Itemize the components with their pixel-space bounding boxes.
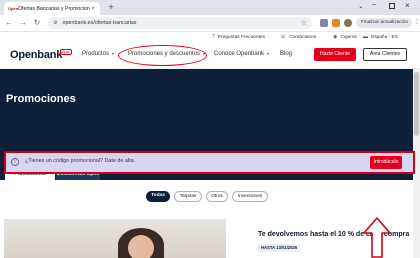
utility-bar: ? Preguntas Frecuentes ☏ Contáctanos ◉ Caje… (0, 32, 420, 43)
url-text[interactable]: openbank.es/ofertas-bancarias (62, 20, 300, 26)
menu-icon[interactable]: ⋮ (414, 18, 420, 25)
promo-card-date-badge: HASTA 13/01/2026 (258, 244, 301, 252)
location-icon: ◉ (333, 34, 338, 40)
openbank-logo[interactable]: Openbank (10, 49, 62, 61)
question-icon: ? (212, 34, 215, 40)
back-icon[interactable]: ← (4, 17, 14, 29)
nav-blog[interactable]: Blog (280, 51, 292, 57)
address-bar[interactable]: ⚙ openbank.es/ofertas-bancarias ☆ (48, 17, 312, 29)
info-icon: i (11, 158, 19, 166)
new-tab-button[interactable]: + (106, 2, 116, 13)
phone-icon: ☏ (280, 34, 287, 40)
annotation-ellipse (118, 45, 207, 66)
maximize-icon[interactable] (389, 3, 395, 9)
browser-tab[interactable]: Open Ofertas Bancarias y Promociones × (4, 2, 100, 15)
page-title: Promociones (6, 93, 76, 105)
web-page: ? Preguntas Frecuentes ☏ Contáctanos ◉ Caje… (0, 32, 420, 258)
annotation-arrow-icon (363, 217, 391, 258)
star-icon[interactable]: ☆ (301, 19, 307, 27)
scrollbar-thumb[interactable] (414, 72, 419, 136)
filter-tarjetas[interactable]: Tarjetas (174, 191, 202, 202)
profile-icon[interactable] (344, 19, 352, 27)
filter-todas[interactable]: Todas (146, 191, 170, 202)
window-close-icon[interactable]: × (405, 1, 410, 10)
tab-title: Ofertas Bancarias y Promociones (18, 5, 90, 12)
person-face (128, 235, 154, 258)
faq-link[interactable]: ? Preguntas Frecuentes (212, 34, 265, 40)
promo-card-image[interactable] (4, 219, 226, 258)
main-navigation: Openbank Open Productos ▾ Promociones y d… (0, 43, 420, 69)
site-info-icon[interactable]: ⚙ (53, 20, 57, 26)
reload-icon[interactable]: ↻ (32, 17, 42, 29)
language-selector[interactable]: ▬ España - ES (363, 34, 398, 40)
update-button[interactable]: Finalizar actualización (356, 18, 412, 28)
nav-productos[interactable]: Productos ▾ (82, 51, 114, 57)
promo-code-banner: i ¿Tienes un código promocional? Date de… (4, 151, 415, 174)
chevron-down-icon: ▾ (112, 51, 115, 56)
close-tab-icon[interactable]: × (90, 6, 96, 12)
filter-inversiones[interactable]: Inversiones (232, 191, 268, 202)
extension-icon[interactable] (320, 19, 328, 27)
hazte-cliente-button[interactable]: Hazte Cliente (314, 48, 356, 61)
browser-tab-bar: Open Ofertas Bancarias y Promociones × +… (0, 0, 420, 15)
tab-search-icon[interactable]: ⌄ (358, 2, 364, 10)
forward-icon[interactable]: → (18, 17, 28, 29)
introducelo-button[interactable]: Introdúcelo (370, 156, 402, 169)
openbank-favicon-icon: Open (8, 6, 19, 11)
promo-code-text: ¿Tienes un código promocional? Date de a… (25, 158, 136, 164)
open-logo-badge: Open (60, 49, 72, 55)
filter-otros[interactable]: Otros (206, 191, 228, 202)
contact-link[interactable]: ☏ Contáctanos (280, 34, 316, 40)
browser-toolbar: ← → ↻ ⚙ openbank.es/ofertas-bancarias ☆ … (0, 15, 420, 32)
area-clientes-button[interactable]: Área Clientes (363, 48, 407, 61)
atm-link[interactable]: ◉ Cajeros (333, 34, 357, 40)
flag-icon: ▬ (363, 34, 368, 40)
chevron-down-icon: ▾ (267, 51, 270, 56)
minimize-icon[interactable]: – (372, 1, 376, 8)
extension-icon[interactable] (332, 19, 340, 27)
nav-conoce-openbank[interactable]: Conoce Openbank ▾ (214, 51, 269, 57)
